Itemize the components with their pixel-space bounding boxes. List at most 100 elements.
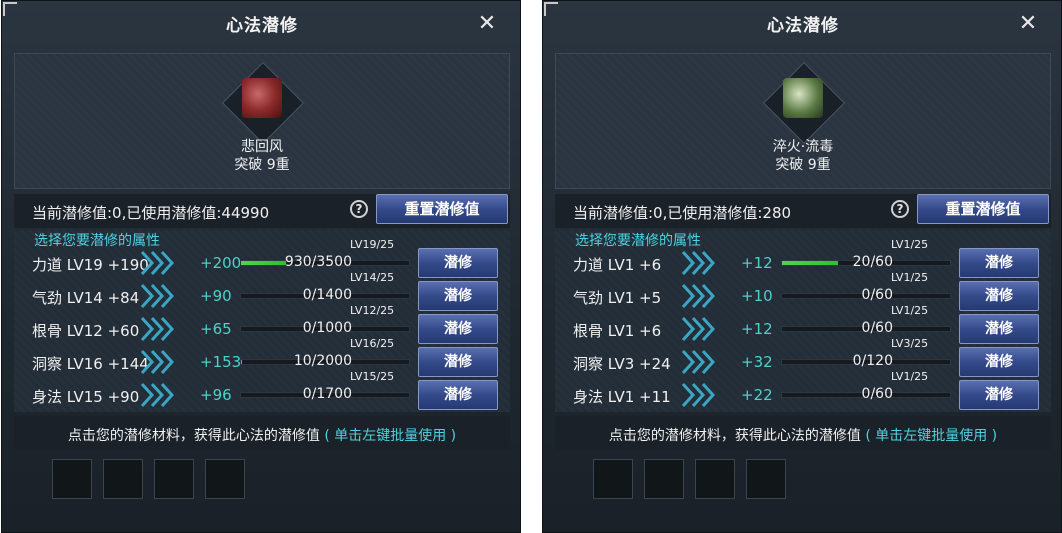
- green-scroll-icon[interactable]: [783, 78, 823, 118]
- chevron-right-icon: [681, 316, 715, 342]
- close-icon[interactable]: ✕: [1017, 13, 1039, 35]
- progress-text: 0/1400: [302, 287, 352, 303]
- attribute-label: 根骨 LV1 +6: [573, 322, 662, 340]
- level-text: LV3/25: [891, 337, 929, 350]
- batch-use-link[interactable]: ( 单击左键批量使用 ): [324, 428, 456, 444]
- cultivate-button[interactable]: 潜修: [418, 314, 498, 344]
- select-attribute-prompt: 选择您要潜修的属性: [34, 233, 160, 249]
- panel-title: 心法潜修: [226, 16, 298, 36]
- progress-text: 0/1700: [302, 386, 352, 402]
- attribute-row: 力道 LV19 +190 +200 930/3500 LV19/25 潜修: [14, 238, 510, 280]
- close-icon[interactable]: ✕: [476, 13, 498, 35]
- cultivate-button[interactable]: 潜修: [418, 380, 498, 410]
- cultivate-button[interactable]: 潜修: [959, 347, 1039, 377]
- reset-value-button[interactable]: 重置潜修值: [376, 194, 508, 224]
- chevron-right-icon: [681, 382, 715, 408]
- help-icon[interactable]: ?: [350, 200, 368, 218]
- level-text: LV1/25: [891, 238, 929, 251]
- progress-text: 0/60: [861, 287, 893, 303]
- attribute-label: 气劲 LV14 +84: [32, 289, 140, 307]
- cultivation-panel-right: 心法潜修 ✕ 淬火·流毒 突破 9重 当前潜修值:0,已使用潜修值:280 ? …: [542, 0, 1062, 533]
- current-value-text: 当前潜修值:0,已使用潜修值:44990: [32, 204, 270, 222]
- attribute-row: 洞察 LV3 +24 +32 0/120 LV3/25 潜修: [555, 337, 1051, 379]
- material-slot[interactable]: [205, 459, 245, 499]
- cultivate-button[interactable]: 潜修: [418, 347, 498, 377]
- attribute-row: 力道 LV1 +6 +12 20/60 LV1/25 潜修: [555, 238, 1051, 280]
- level-text: LV12/25: [350, 304, 395, 317]
- attribute-bonus: +12: [741, 320, 773, 338]
- level-text: LV1/25: [891, 304, 929, 317]
- attribute-label: 身法 LV15 +90: [32, 388, 140, 406]
- material-slot[interactable]: [103, 459, 143, 499]
- cultivate-button[interactable]: 潜修: [959, 248, 1039, 278]
- level-text: LV15/25: [350, 370, 395, 383]
- material-slot[interactable]: [695, 459, 735, 499]
- attribute-list: 选择您要潜修的属性 力道 LV19 +190 +200 930/3500 LV1…: [14, 230, 510, 412]
- select-attribute-prompt: 选择您要潜修的属性: [575, 233, 701, 249]
- attribute-row: 气劲 LV14 +84 +90 0/1400 LV14/25 潜修: [14, 271, 510, 313]
- current-value-text: 当前潜修值:0,已使用潜修值:280: [573, 204, 792, 222]
- attribute-row: 根骨 LV1 +6 +12 0/60 LV1/25 潜修: [555, 304, 1051, 346]
- chevron-right-icon: [681, 283, 715, 309]
- material-hint: 点击您的潜修材料，获得此心法的潜修值 ( 单击左键批量使用 ): [555, 425, 1051, 445]
- material-slot[interactable]: [154, 459, 194, 499]
- attribute-bonus: +12: [741, 254, 773, 272]
- attribute-bonus: +200: [200, 254, 242, 272]
- cultivate-button[interactable]: 潜修: [959, 314, 1039, 344]
- attribute-bonus: +10: [741, 287, 773, 305]
- attribute-bonus: +90: [200, 287, 232, 305]
- level-text: LV14/25: [350, 271, 395, 284]
- cultivate-button[interactable]: 潜修: [418, 281, 498, 311]
- level-text: LV1/25: [891, 271, 929, 284]
- batch-use-link[interactable]: ( 单击左键批量使用 ): [865, 428, 997, 444]
- material-hint-text: 点击您的潜修材料，获得此心法的潜修值: [608, 428, 861, 444]
- progress-text: 20/60: [852, 254, 893, 270]
- chevron-right-icon: [140, 316, 174, 342]
- attribute-label: 身法 LV1 +11: [573, 388, 671, 406]
- attribute-list: 选择您要潜修的属性 力道 LV1 +6 +12 20/60 LV1/25 潜修 …: [555, 230, 1051, 412]
- material-hint-bar: 点击您的潜修材料，获得此心法的潜修值 ( 单击左键批量使用 ): [14, 416, 510, 450]
- skill-name: 淬火·流毒: [772, 139, 834, 155]
- skill-breakthrough: 突破 9重: [775, 157, 831, 173]
- skill-breakthrough: 突破 9重: [234, 157, 290, 173]
- progress-text: 0/60: [861, 386, 893, 402]
- cultivate-button[interactable]: 潜修: [959, 281, 1039, 311]
- chevron-right-icon: [681, 349, 715, 375]
- material-slot[interactable]: [746, 459, 786, 499]
- skill-name: 悲回风: [241, 139, 283, 155]
- chevron-right-icon: [140, 250, 174, 276]
- progress-text: 0/60: [861, 320, 893, 336]
- chevron-right-icon: [140, 283, 174, 309]
- attribute-row: 根骨 LV12 +60 +65 0/1000 LV12/25 潜修: [14, 304, 510, 346]
- panel-title: 心法潜修: [767, 16, 839, 36]
- material-hint-bar: 点击您的潜修材料，获得此心法的潜修值 ( 单击左键批量使用 ): [555, 416, 1051, 450]
- cultivate-button[interactable]: 潜修: [959, 380, 1039, 410]
- attribute-label: 力道 LV19 +190: [32, 256, 149, 274]
- cultivate-button[interactable]: 潜修: [418, 248, 498, 278]
- level-text: LV16/25: [350, 337, 395, 350]
- material-hint-text: 点击您的潜修材料，获得此心法的潜修值: [67, 428, 320, 444]
- attribute-row: 身法 LV15 +90 +96 0/1700 LV15/25 潜修: [14, 370, 510, 412]
- attribute-label: 洞察 LV16 +144: [32, 355, 149, 373]
- attribute-bonus: +65: [200, 320, 232, 338]
- material-slot[interactable]: [593, 459, 633, 499]
- level-text: LV1/25: [891, 370, 929, 383]
- attribute-bonus: +32: [741, 353, 773, 371]
- progress-text: 0/120: [852, 353, 893, 369]
- red-book-icon[interactable]: [242, 78, 282, 118]
- help-icon[interactable]: ?: [891, 200, 909, 218]
- level-text: LV19/25: [350, 238, 395, 251]
- attribute-row: 洞察 LV16 +144 +153 10/2000 LV16/25 潜修: [14, 337, 510, 379]
- skill-display: 悲回风 突破 9重: [14, 53, 510, 189]
- chevron-right-icon: [681, 250, 715, 276]
- cultivation-panel-left: 心法潜修 ✕ 悲回风 突破 9重 当前潜修值:0,已使用潜修值:44990 ? …: [1, 0, 521, 533]
- reset-value-button[interactable]: 重置潜修值: [917, 194, 1049, 224]
- progress-text: 10/2000: [293, 353, 352, 369]
- attribute-label: 力道 LV1 +6: [573, 256, 662, 274]
- material-slot[interactable]: [644, 459, 684, 499]
- progress-text: 930/3500: [284, 254, 352, 270]
- attribute-label: 气劲 LV1 +5: [573, 289, 662, 307]
- material-slot[interactable]: [52, 459, 92, 499]
- attribute-row: 身法 LV1 +11 +22 0/60 LV1/25 潜修: [555, 370, 1051, 412]
- attribute-row: 气劲 LV1 +5 +10 0/60 LV1/25 潜修: [555, 271, 1051, 313]
